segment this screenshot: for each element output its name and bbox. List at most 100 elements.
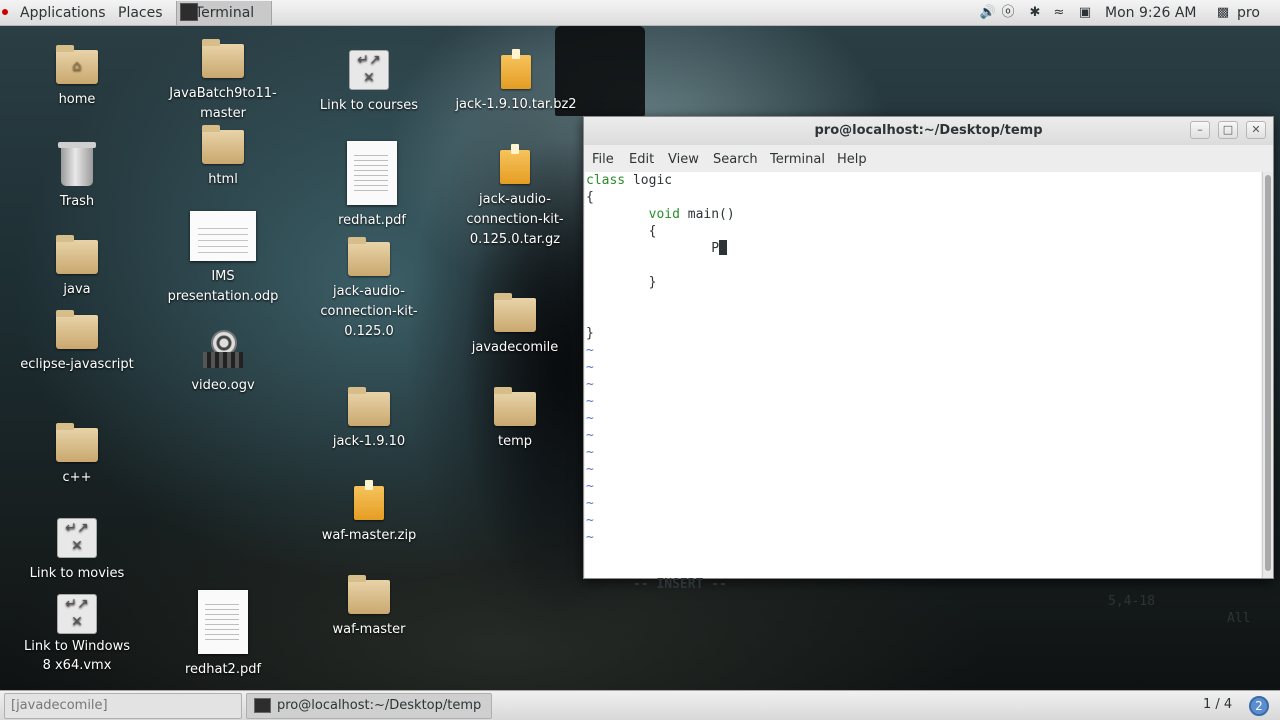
menu-file[interactable]: File — [592, 152, 614, 167]
folder-icon — [348, 575, 390, 614]
menu-search[interactable]: Search — [713, 152, 758, 167]
desktop-icon-label: IMS presentation.odp — [167, 269, 279, 304]
archive-icon — [500, 144, 530, 184]
link-icon: ↵↗ ✕ — [349, 50, 389, 90]
folder-icon — [348, 387, 390, 426]
top-panel: Applications Places Terminal 🔊 ⓞ ✱ ≈ ▣ M… — [0, 0, 1280, 26]
volume-icon[interactable]: 🔊 — [979, 4, 997, 22]
desktop-icon-label: redhat2.pdf — [184, 662, 262, 677]
video-file-icon — [203, 330, 243, 370]
desktop-icon-trash[interactable]: Trash — [17, 142, 137, 212]
desktop-icon-cpp[interactable]: c++ — [17, 423, 137, 488]
user-menu[interactable]: pro — [1237, 5, 1260, 21]
desktop-icon-jack-audio-folder[interactable]: jack-audio-connection-kit-0.125.0 — [309, 237, 429, 342]
minimize-button[interactable]: – — [1190, 121, 1210, 139]
user-icon[interactable]: ▩ — [1214, 4, 1232, 22]
applications-menu[interactable]: Applications — [20, 5, 106, 21]
folder-icon — [348, 237, 390, 276]
terminal-scrollbar[interactable] — [1262, 172, 1273, 578]
menu-help[interactable]: Help — [837, 152, 867, 167]
desktop-icon-label: Link to courses — [319, 98, 419, 113]
window-title: pro@localhost:~/Desktop/temp — [814, 123, 1043, 138]
empty-line-tilde: ~ — [586, 360, 594, 375]
folder-icon — [202, 39, 244, 78]
code-line: class logic — [586, 173, 673, 188]
folder-icon — [56, 423, 98, 462]
terminal-launcher-label: Terminal — [195, 5, 255, 21]
desktop-icon-label: Trash — [59, 194, 95, 209]
desktop-icon-javadecomile[interactable]: javadecomile — [455, 293, 575, 358]
terminal-icon — [254, 698, 271, 713]
empty-line-tilde: ~ — [586, 496, 594, 511]
desktop-icon-label: Link to movies — [29, 566, 125, 581]
terminal-text-area[interactable]: class logic { void main() { P } } ~ ~ ~ ~ ~ ~… — [585, 172, 1262, 626]
text-cursor — [719, 240, 728, 255]
desktop-icon-label: redhat.pdf — [338, 213, 406, 228]
folder-icon — [56, 310, 98, 349]
desktop-icon-redhat-pdf[interactable]: redhat.pdf — [312, 141, 432, 231]
menu-edit[interactable]: Edit — [629, 152, 654, 167]
desktop-icon-label: JavaBatch9to11-master — [169, 86, 277, 121]
scrollbar-thumb[interactable] — [1265, 175, 1271, 571]
desktop-icon-jack-tar-bz2[interactable]: jack-1.9.10.tar.bz2 — [455, 49, 577, 115]
menu-view[interactable]: View — [668, 152, 699, 167]
vim-status-line: -- INSERT -- 5,4-18 All — [586, 559, 1262, 626]
desktop-icon-home[interactable]: ⌂ home — [17, 45, 137, 110]
bluetooth-icon[interactable]: ✱ — [1026, 4, 1044, 22]
desktop-icon-redhat2-pdf[interactable]: redhat2.pdf — [163, 590, 283, 680]
desktop-icon-java[interactable]: java — [17, 235, 137, 300]
terminal-titlebar[interactable]: pro@localhost:~/Desktop/temp – □ ✕ — [584, 117, 1273, 145]
desktop-icon-link-to-movies[interactable]: ↵↗ ✕ Link to movies — [17, 518, 137, 584]
vim-mode-indicator: -- INSERT -- — [632, 577, 727, 592]
desktop-icon-temp[interactable]: temp — [455, 387, 575, 452]
desktop-icon-label: jack-1.9.10 — [332, 434, 406, 449]
menu-terminal[interactable]: Terminal — [770, 152, 825, 167]
empty-line-tilde: ~ — [586, 445, 594, 460]
code-line: } — [586, 326, 594, 341]
desktop-icon-video[interactable]: video.ogv — [163, 330, 283, 396]
empty-line-tilde: ~ — [586, 394, 594, 409]
clock[interactable]: Mon 9:26 AM — [1105, 5, 1197, 21]
desktop-icon-waf-master[interactable]: waf-master — [309, 575, 429, 640]
taskbar-item-javadecomile[interactable]: [javadecomile] — [4, 693, 242, 719]
terminal-launcher[interactable]: Terminal — [176, 1, 272, 25]
notification-badge[interactable]: 2 — [1249, 696, 1269, 716]
desktop-icon-label: java — [63, 282, 91, 297]
desktop-icon-label: temp — [497, 434, 532, 449]
headset-icon[interactable]: ⓞ — [999, 4, 1017, 22]
desktop-icon-jack-audio-tar-gz[interactable]: jack-audio-connection-kit-0.125.0.tar.gz — [455, 144, 575, 250]
redhat-logo-icon — [2, 9, 8, 15]
workspace-indicator[interactable]: 1 / 4 — [1203, 697, 1232, 712]
cursor-position: 5,4-18 — [1108, 594, 1155, 609]
folder-icon — [494, 387, 536, 426]
empty-line-tilde: ~ — [586, 462, 594, 477]
desktop-icon-label: c++ — [62, 470, 92, 485]
pdf-document-icon — [198, 590, 248, 654]
desktop-icon-label: html — [208, 172, 238, 187]
desktop-icon-jack-folder[interactable]: jack-1.9.10 — [309, 387, 429, 452]
empty-line-tilde: ~ — [586, 479, 594, 494]
desktop-icon-label: jack-1.9.10.tar.bz2 — [455, 97, 577, 112]
desktop-icon-label: waf-master — [332, 622, 406, 637]
desktop-icon-javabatch[interactable]: JavaBatch9to11-master — [163, 39, 283, 124]
folder-icon — [56, 235, 98, 274]
desktop-icon-label: video.ogv — [191, 378, 255, 393]
taskbar-item-terminal[interactable]: pro@localhost:~/Desktop/temp — [246, 693, 492, 719]
desktop-icon-waf-master-zip[interactable]: waf-master.zip — [309, 480, 429, 546]
taskbar-item-label: pro@localhost:~/Desktop/temp — [277, 698, 482, 713]
bottom-panel: [javadecomile] pro@localhost:~/Desktop/t… — [0, 690, 1280, 720]
folder-icon — [494, 293, 536, 332]
desktop-icon-link-to-courses[interactable]: ↵↗ ✕ Link to courses — [309, 50, 429, 116]
close-button[interactable]: ✕ — [1246, 121, 1266, 139]
desktop-icon-eclipse-javascript[interactable]: eclipse-javascript — [17, 310, 137, 375]
empty-line-tilde: ~ — [586, 513, 594, 528]
terminal-window[interactable]: pro@localhost:~/Desktop/temp – □ ✕ File … — [583, 116, 1274, 626]
wifi-icon[interactable]: ≈ — [1050, 4, 1068, 22]
desktop-icon-html[interactable]: html — [163, 125, 283, 190]
places-menu[interactable]: Places — [118, 5, 163, 21]
desktop-icon-ims-presentation[interactable]: IMS presentation.odp — [163, 211, 283, 307]
desktop-icon-link-to-windows-vmx[interactable]: ↵↗ ✕ Link to Windows 8 x64.vmx — [10, 594, 144, 675]
empty-line-tilde: ~ — [586, 343, 594, 358]
maximize-button[interactable]: □ — [1218, 121, 1238, 139]
clipboard-icon[interactable]: ▣ — [1076, 4, 1094, 22]
